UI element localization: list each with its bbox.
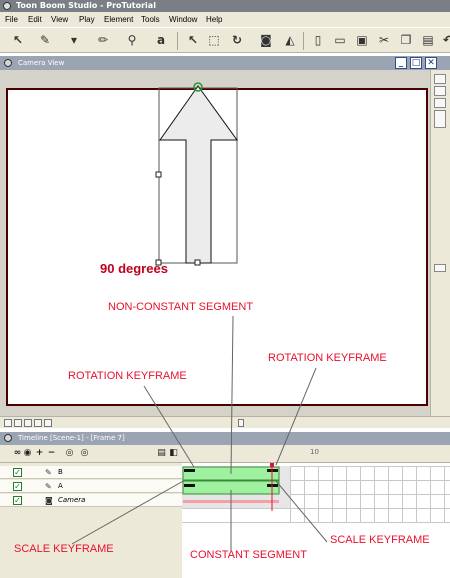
constant-segment-label: CONSTANT SEGMENT: [190, 549, 307, 561]
non-constant-segment-label: NON-CONSTANT SEGMENT: [108, 301, 254, 313]
leader-non-constant: [230, 315, 234, 475]
leader-scale-left: [71, 479, 186, 545]
annotation-overlay: [71, 82, 328, 551]
arrow-shape: [159, 85, 238, 264]
resize-handle: [155, 171, 162, 178]
rotation-degrees-label: 90 degrees: [100, 261, 168, 276]
rotation-keyframe-label-left: ROTATION KEYFRAME: [68, 370, 187, 382]
scale-keyframe-label-right: SCALE KEYFRAME: [330, 534, 430, 546]
rotation-keyframe-label-right: ROTATION KEYFRAME: [268, 352, 387, 364]
leader-scale-right: [275, 480, 328, 543]
leader-rotation-right: [275, 367, 317, 466]
resize-handle: [194, 259, 201, 266]
leader-rotation-left: [143, 385, 195, 468]
scale-keyframe-label-left: SCALE KEYFRAME: [14, 543, 114, 555]
